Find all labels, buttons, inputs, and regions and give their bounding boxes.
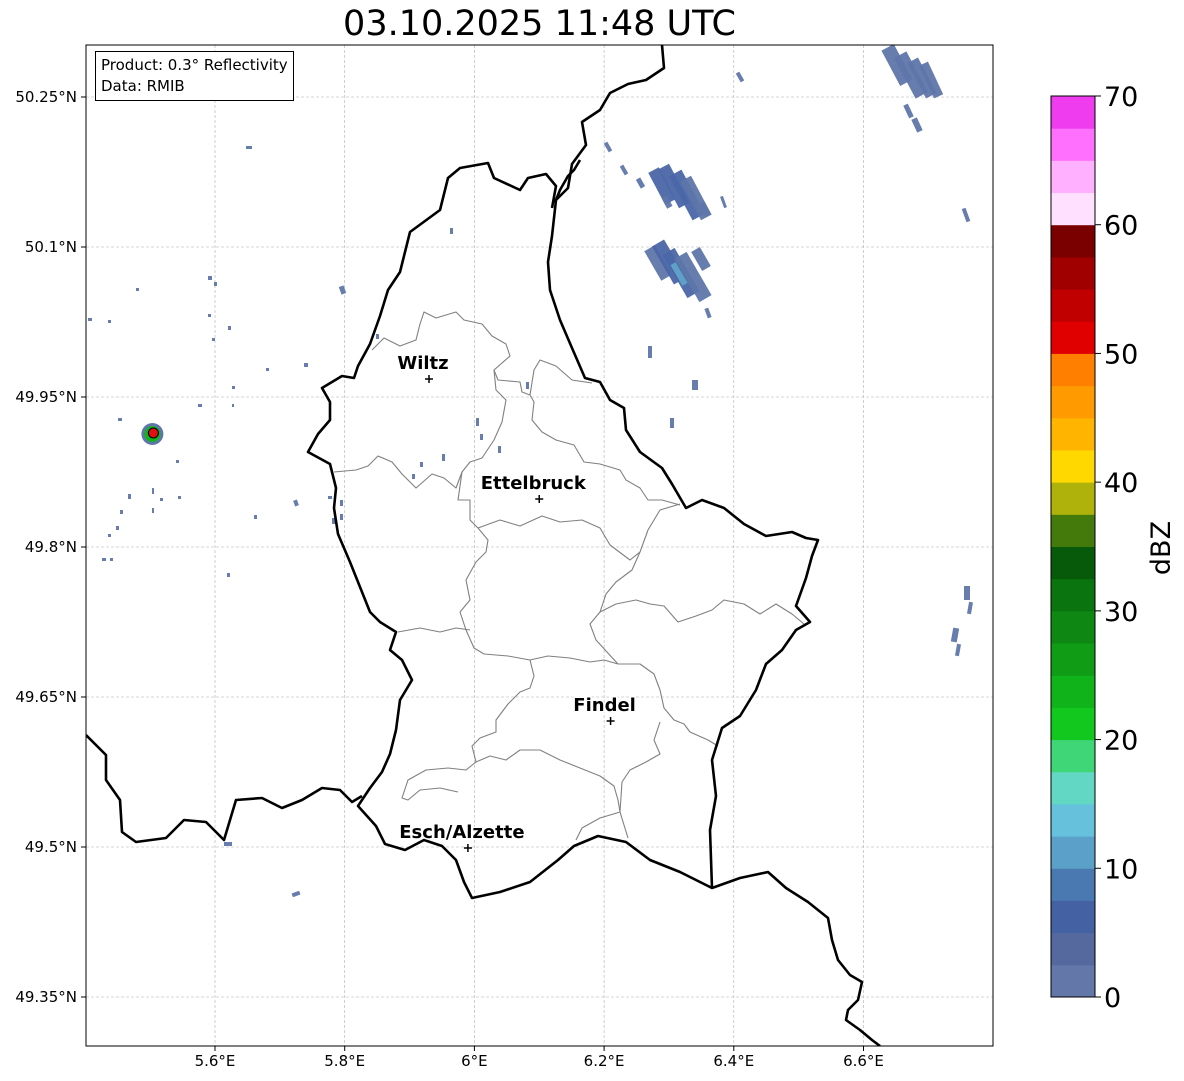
colorbar-bin xyxy=(1051,482,1095,515)
colorbar-bin xyxy=(1051,256,1095,290)
colorbar-bin xyxy=(1051,964,1095,998)
colorbar-bin xyxy=(1051,675,1095,708)
colorbar-bin xyxy=(1051,900,1095,934)
colorbar-bin xyxy=(1051,578,1095,612)
colorbar-bin xyxy=(1051,739,1095,773)
colorbar-bin xyxy=(1051,96,1095,129)
colorbar-bin xyxy=(1051,643,1095,676)
colorbar-bin xyxy=(1051,803,1095,837)
colorbar-bin xyxy=(1051,128,1095,161)
colorbar-tick-label: 40 xyxy=(1104,468,1138,499)
colorbar-tick-label: 0 xyxy=(1104,983,1121,1014)
colorbar-bin xyxy=(1051,546,1095,580)
colorbar-label: dBZ xyxy=(1146,521,1177,575)
colorbar-bin xyxy=(1051,449,1095,483)
dbz-colorbar: 0 10 20 30 40 50 60 70 dBZ xyxy=(1050,82,1177,1014)
colorbar-bin xyxy=(1051,224,1095,258)
colorbar-bin xyxy=(1051,932,1095,966)
colorbar-bin xyxy=(1051,771,1095,805)
colorbar-tick-label: 20 xyxy=(1104,726,1138,757)
colorbar-tick-label: 70 xyxy=(1104,82,1138,113)
colorbar-bin xyxy=(1051,836,1095,869)
colorbar-bin xyxy=(1051,385,1095,419)
colorbar-bin xyxy=(1051,417,1095,451)
colorbar-bin xyxy=(1051,514,1095,547)
colorbar-tick-label: 30 xyxy=(1104,597,1138,628)
colorbar-bin xyxy=(1051,610,1095,644)
colorbar-tick-label: 10 xyxy=(1104,854,1138,885)
colorbar-bin xyxy=(1051,160,1095,194)
colorbar-bin xyxy=(1051,707,1095,741)
colorbar-tick-label: 60 xyxy=(1104,211,1138,242)
colorbar-bin xyxy=(1051,321,1095,354)
colorbar-bin xyxy=(1051,868,1095,901)
colorbar-bin xyxy=(1051,353,1095,387)
colorbar-bin xyxy=(1051,289,1095,322)
colorbar-bin xyxy=(1051,192,1095,226)
colorbar-tick-label: 50 xyxy=(1104,339,1138,370)
